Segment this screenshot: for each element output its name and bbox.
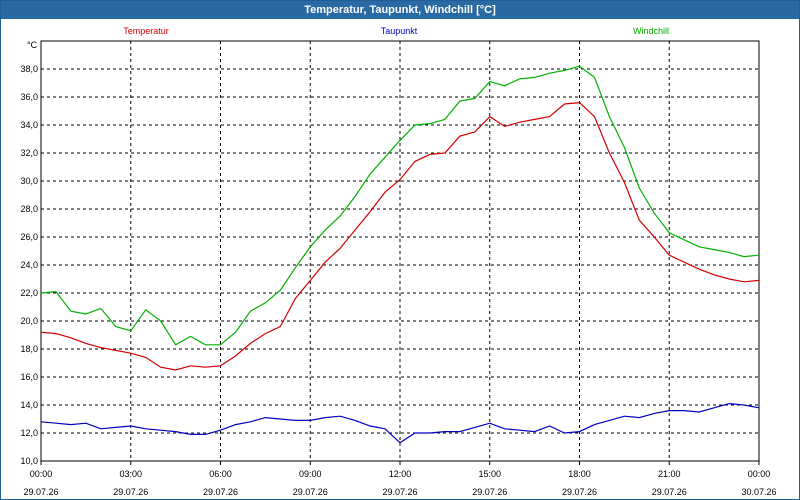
x-tick-label-time: 00:00: [748, 469, 771, 479]
y-tick-label: 38,0: [20, 64, 38, 74]
y-tick-label: 16,0: [20, 372, 38, 382]
legend-temperatur: Temperatur: [123, 26, 169, 36]
x-tick-label-time: 03:00: [119, 469, 142, 479]
y-tick-label: 10,0: [20, 456, 38, 466]
y-tick-label: 20,0: [20, 316, 38, 326]
y-tick-label: 32,0: [20, 148, 38, 158]
x-tick-label-date: 29.07.26: [113, 487, 148, 497]
y-tick-label: 12,0: [20, 428, 38, 438]
x-tick-label-date: 30.07.26: [741, 487, 776, 497]
x-tick-label-date: 29.07.26: [293, 487, 328, 497]
y-tick-label: 24,0: [20, 260, 38, 270]
x-tick-label-time: 09:00: [299, 469, 322, 479]
x-tick-label-date: 29.07.26: [652, 487, 687, 497]
y-tick-label: 34,0: [20, 120, 38, 130]
legend-taupunkt: Taupunkt: [381, 26, 418, 36]
y-tick-label: 28,0: [20, 204, 38, 214]
y-tick-label: 14,0: [20, 400, 38, 410]
x-tick-label-date: 29.07.26: [23, 487, 58, 497]
x-tick-label-date: 29.07.26: [203, 487, 238, 497]
chart-plot: 10,0 12,0 14,0 16,0 18,0 20,0 22,0 24,0 26,0 28,0…: [20, 26, 776, 497]
x-tick-label-time: 12:00: [389, 469, 412, 479]
x-tick-label-time: 06:00: [209, 469, 232, 479]
x-tick-label-time: 18:00: [568, 469, 591, 479]
y-tick-label: 18,0: [20, 344, 38, 354]
x-tick-label-date: 29.07.26: [472, 487, 507, 497]
x-tick-label-date: 29.07.26: [562, 487, 597, 497]
legend-windchill: Windchill: [633, 26, 669, 36]
y-tick-label: 36,0: [20, 92, 38, 102]
x-tick-label-date: 29.07.26: [382, 487, 417, 497]
x-tick-label-time: 21:00: [658, 469, 681, 479]
x-tick-label-time: 15:00: [478, 469, 501, 479]
x-tick-label-time: 00:00: [30, 469, 53, 479]
y-tick-label: 26,0: [20, 232, 38, 242]
y-axis-label: °C: [27, 40, 38, 50]
y-tick-label: 22,0: [20, 288, 38, 298]
chart-window: Temperatur, Taupunkt, Windchill [°C] 10,…: [0, 0, 800, 500]
y-tick-label: 30,0: [20, 176, 38, 186]
